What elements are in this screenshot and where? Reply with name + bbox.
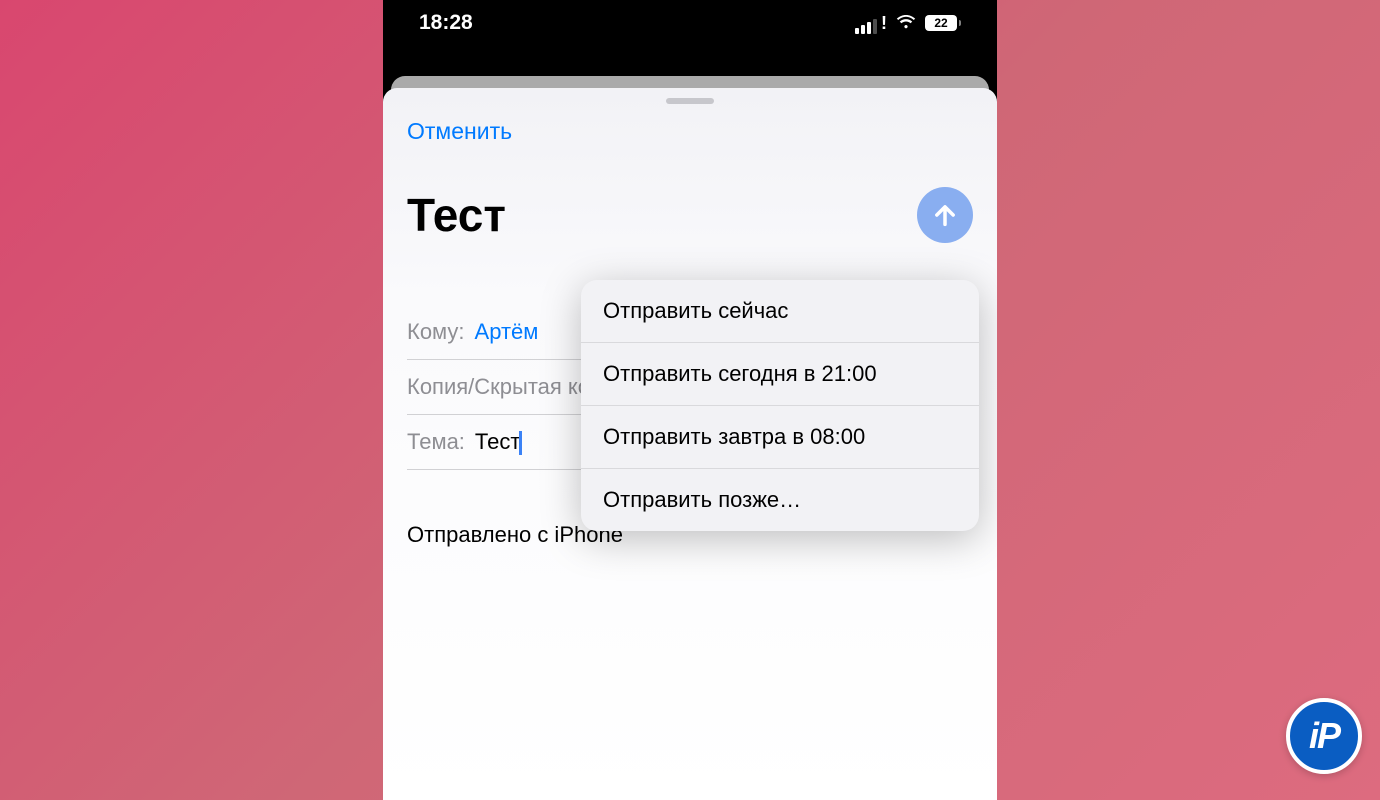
send-button[interactable]	[917, 187, 973, 243]
subject-display: Тест	[407, 188, 506, 242]
sheet-grabber[interactable]	[666, 98, 714, 104]
subject-input[interactable]: Тест	[475, 429, 521, 454]
phone-screen: 18:28 ! 22 Отменить Тест	[383, 0, 997, 800]
to-value[interactable]: Артём	[475, 319, 539, 345]
to-label: Кому:	[407, 319, 465, 345]
subject-header-row: Тест	[407, 187, 973, 243]
status-bar: 18:28 ! 22	[383, 0, 997, 46]
arrow-up-icon	[931, 201, 959, 229]
status-icons: ! 22	[855, 10, 961, 37]
send-options-menu: Отправить сейчас Отправить сегодня в 21:…	[581, 280, 979, 531]
battery-icon: 22	[925, 15, 961, 31]
status-time: 18:28	[419, 11, 473, 35]
cancel-button[interactable]: Отменить	[407, 118, 512, 145]
text-cursor	[519, 431, 522, 455]
menu-send-tomorrow[interactable]: Отправить завтра в 08:00	[581, 406, 979, 469]
menu-send-today[interactable]: Отправить сегодня в 21:00	[581, 343, 979, 406]
battery-level: 22	[934, 16, 947, 30]
subject-label: Тема:	[407, 429, 465, 455]
watermark-badge: iP	[1286, 698, 1362, 774]
menu-send-later[interactable]: Отправить позже…	[581, 469, 979, 531]
wifi-icon	[895, 10, 917, 37]
cellular-icon: !	[855, 13, 887, 34]
menu-send-now[interactable]: Отправить сейчас	[581, 280, 979, 343]
watermark-text: iP	[1309, 715, 1339, 757]
